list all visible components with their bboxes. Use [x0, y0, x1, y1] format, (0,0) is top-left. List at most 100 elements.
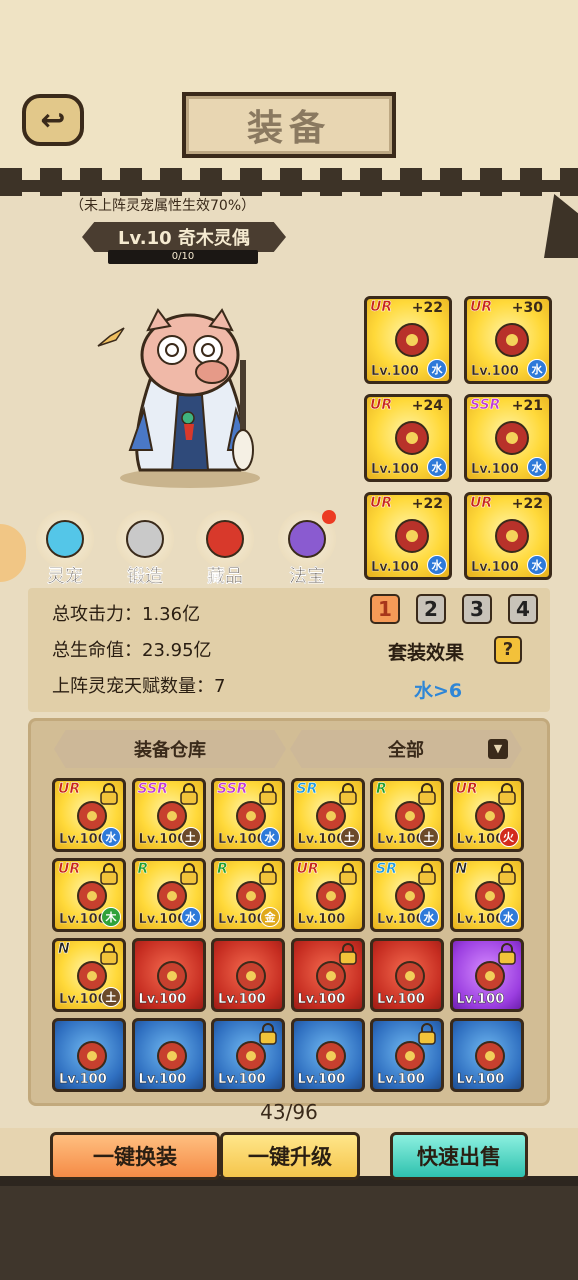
anvil-hammer-icon — [116, 510, 174, 568]
item-level: Lv.100 — [456, 992, 505, 1007]
item-level: Lv.100 — [59, 1072, 107, 1087]
set-tab-2[interactable]: 2 — [416, 594, 446, 624]
inventory-item[interactable]: Lv.100 — [52, 1018, 126, 1092]
lock-icon[interactable] — [258, 783, 278, 805]
equipped-slot-0[interactable]: UR +22 Lv.100 水 — [364, 296, 452, 384]
equipment-icon — [395, 961, 425, 991]
lock-icon[interactable] — [497, 863, 517, 885]
lock-icon[interactable] — [338, 943, 358, 965]
item-level: Lv.100 — [138, 1072, 187, 1087]
rarity-label: SR — [376, 861, 397, 877]
lock-icon[interactable] — [99, 943, 119, 965]
lock-icon[interactable] — [338, 863, 358, 885]
set-tab-3[interactable]: 3 — [462, 594, 492, 624]
element-badge: 水 — [180, 907, 201, 927]
set-tab-4[interactable]: 4 — [508, 594, 538, 624]
lock-icon[interactable] — [99, 783, 119, 805]
inventory-item[interactable]: Lv.100 — [449, 1018, 524, 1092]
lock-icon[interactable] — [417, 1023, 437, 1045]
lock-icon[interactable] — [179, 783, 199, 805]
inventory-item[interactable]: Lv.100 — [211, 1018, 285, 1092]
category-0[interactable]: 灵宠 — [34, 510, 96, 588]
item-level: Lv.100 — [297, 1072, 346, 1087]
rarity-label: R — [376, 781, 387, 797]
item-level: Lv.100 — [371, 560, 419, 575]
inventory-item[interactable]: Lv.100 — [449, 938, 524, 1012]
element-badge: 水 — [260, 827, 280, 847]
lock-icon[interactable] — [417, 783, 437, 805]
rarity-label: UR — [470, 495, 493, 511]
inventory-item[interactable]: N Lv.100 土 — [52, 938, 126, 1012]
element-badge: 水 — [498, 907, 519, 927]
item-level: Lv.100 — [138, 912, 187, 927]
pig-pet-character[interactable] — [100, 300, 280, 490]
armor-icon — [495, 323, 529, 357]
inventory-item[interactable]: R Lv.100 土 — [370, 778, 444, 852]
enhance-level: +21 — [511, 398, 543, 414]
necklace-icon — [395, 519, 429, 553]
inventory-item[interactable]: Lv.100 — [211, 938, 285, 1012]
element-badge: 水 — [527, 555, 547, 575]
spirit-pet-icon — [36, 510, 94, 568]
inventory-item[interactable]: R Lv.100 金 — [211, 858, 285, 932]
inventory-item[interactable]: UR Lv.100 水 — [52, 778, 126, 852]
inventory-item[interactable]: Lv.100 — [131, 1018, 206, 1092]
equipped-slot-2[interactable]: UR +24 Lv.100 水 — [364, 394, 452, 482]
set-tab-1[interactable]: 1 — [370, 594, 400, 624]
inventory-item[interactable]: UR Lv.100 木 — [52, 858, 126, 932]
back-button[interactable]: ↩ — [22, 94, 84, 146]
category-2[interactable]: 藏品 — [194, 510, 256, 588]
lock-icon[interactable] — [258, 863, 278, 885]
equipment-icon — [156, 1041, 187, 1071]
tab-warehouse[interactable]: 装备仓库 — [54, 730, 286, 768]
lock-icon[interactable] — [417, 863, 437, 885]
lock-icon[interactable] — [99, 863, 119, 885]
category-3[interactable]: 法宝 — [276, 510, 338, 588]
rarity-label: SSR — [470, 397, 501, 413]
inventory-item[interactable]: SR Lv.100 水 — [370, 858, 444, 932]
inventory-item[interactable]: Lv.100 — [131, 938, 206, 1012]
inventory-item[interactable]: Lv.100 — [290, 1018, 365, 1092]
item-level: Lv.100 — [377, 832, 425, 847]
quick-sell-button[interactable]: 快速出售 — [390, 1132, 528, 1180]
set-effect-label: 套装效果 — [388, 642, 465, 664]
set-effect-value: 水>6 — [414, 680, 463, 702]
element-badge: 水 — [527, 457, 547, 477]
equipped-slot-4[interactable]: UR +22 Lv.100 水 — [364, 492, 452, 580]
chevron-down-icon[interactable]: ▼ — [488, 739, 508, 759]
pet-level-name: Lv.10 奇木灵偶 — [82, 222, 286, 252]
equipped-slot-3[interactable]: SSR +21 Lv.100 水 — [464, 394, 552, 482]
item-level: Lv.100 — [59, 832, 107, 847]
lock-icon[interactable] — [497, 943, 517, 965]
lock-icon[interactable] — [338, 783, 358, 805]
enhance-level: +30 — [511, 300, 543, 316]
element-badge: 水 — [101, 827, 121, 847]
element-badge: 土 — [101, 987, 121, 1007]
inventory-item[interactable]: Lv.100 — [370, 1018, 444, 1092]
help-button[interactable]: ? — [494, 636, 522, 664]
inventory-item[interactable]: SR Lv.100 土 — [290, 778, 365, 852]
inventory-item[interactable]: SSR Lv.100 土 — [131, 778, 206, 852]
inventory-item[interactable]: N Lv.100 水 — [449, 858, 524, 932]
equipped-slot-5[interactable]: UR +22 Lv.100 水 — [464, 492, 552, 580]
item-level: Lv.100 — [297, 992, 346, 1007]
auto-equip-button[interactable]: 一键换装 — [50, 1132, 220, 1180]
inventory-item[interactable]: R Lv.100 水 — [131, 858, 206, 932]
inventory-item[interactable]: UR Lv.100 — [290, 858, 365, 932]
element-badge: 水 — [527, 359, 547, 379]
inventory-item[interactable]: SSR Lv.100 水 — [211, 778, 285, 852]
lock-icon[interactable] — [497, 783, 517, 805]
side-drawer-handle[interactable] — [0, 524, 26, 582]
equipped-slot-1[interactable]: UR +30 Lv.100 水 — [464, 296, 552, 384]
lock-icon[interactable] — [258, 1023, 278, 1045]
inventory-item[interactable]: Lv.100 — [290, 938, 365, 1012]
category-1[interactable]: 锻造 — [114, 510, 176, 588]
item-level: Lv.100 — [218, 1072, 266, 1087]
lock-icon[interactable] — [179, 863, 199, 885]
page-title: 装备 — [246, 108, 331, 149]
inventory-item[interactable]: UR Lv.100 火 — [449, 778, 524, 852]
inventory-item[interactable]: Lv.100 — [370, 938, 444, 1012]
auto-upgrade-button[interactable]: 一键升级 — [220, 1132, 360, 1180]
talent-label: 上阵灵宠天赋数量： — [52, 676, 214, 697]
wall-bar — [0, 180, 578, 192]
